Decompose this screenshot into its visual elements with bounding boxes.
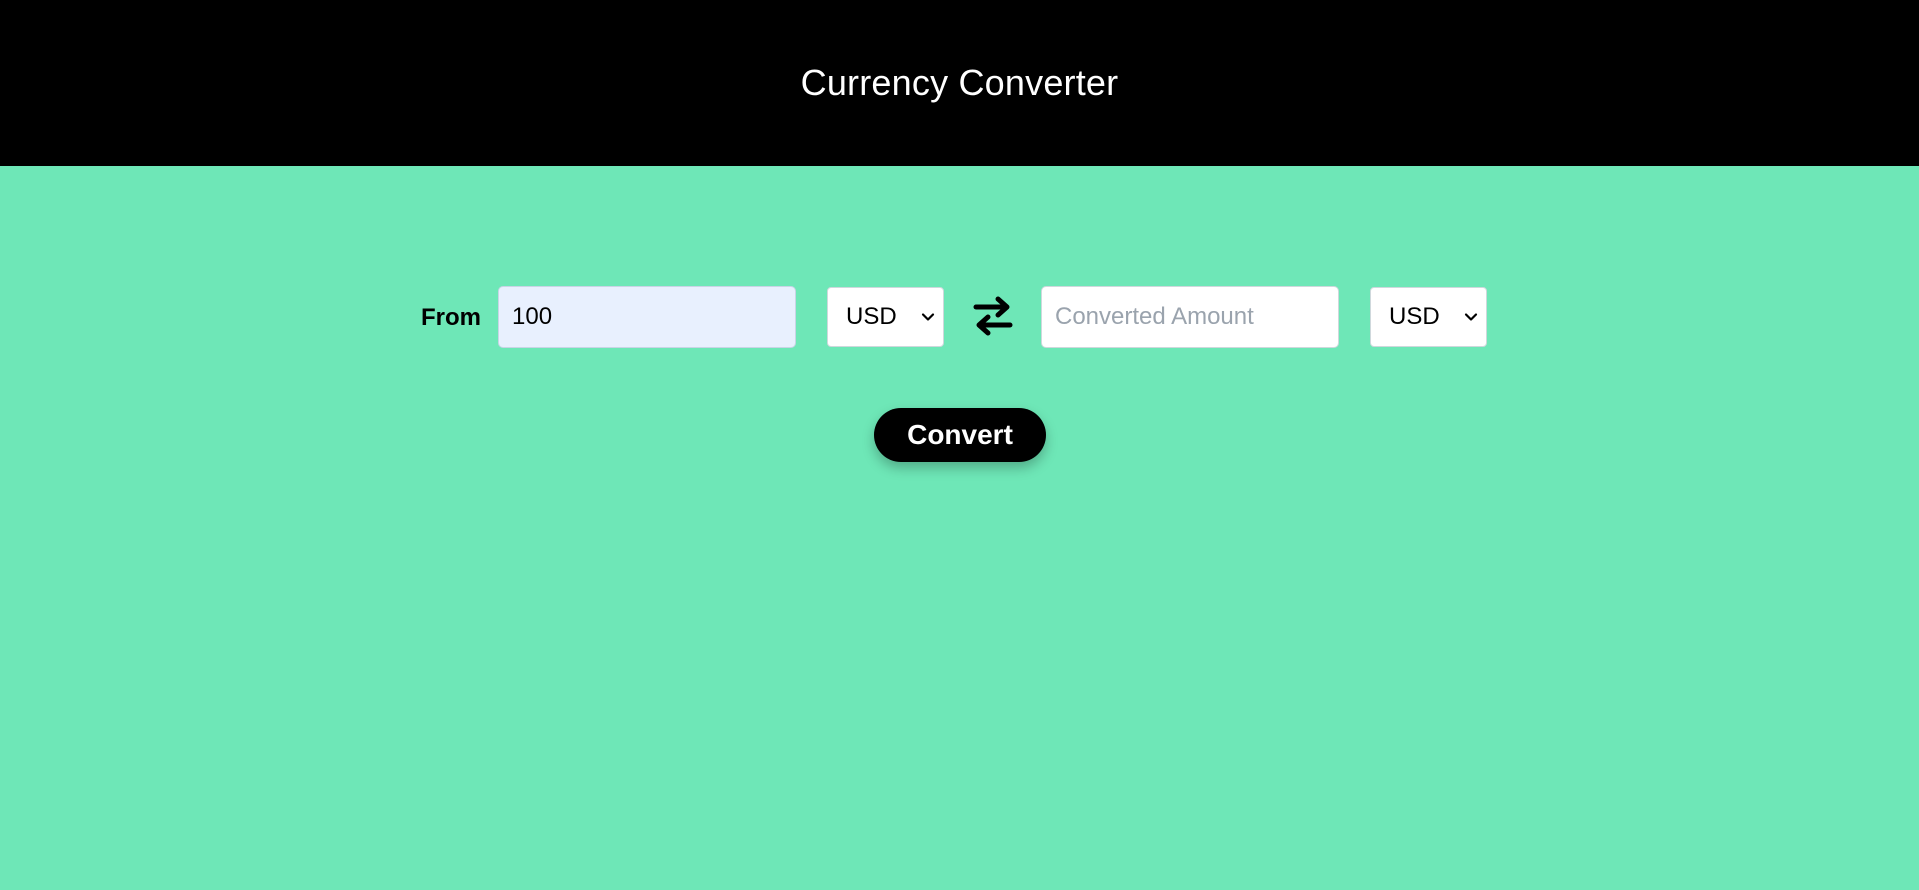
chevron-down-icon	[1464, 313, 1478, 321]
app-header: Currency Converter	[0, 0, 1919, 166]
from-label: From	[421, 304, 481, 331]
page-title: Currency Converter	[800, 62, 1119, 103]
converter-row: From USD USD	[0, 286, 1919, 348]
convert-button[interactable]: Convert	[874, 408, 1046, 462]
chevron-down-icon	[921, 313, 935, 321]
converted-amount-input[interactable]	[1041, 286, 1339, 348]
to-currency-select[interactable]: USD	[1370, 287, 1487, 347]
from-currency-select[interactable]: USD	[827, 287, 944, 347]
amount-input[interactable]	[498, 286, 796, 348]
swap-arrows-icon[interactable]	[972, 294, 1014, 338]
from-currency-value: USD	[846, 303, 897, 330]
to-currency-value: USD	[1389, 303, 1440, 330]
